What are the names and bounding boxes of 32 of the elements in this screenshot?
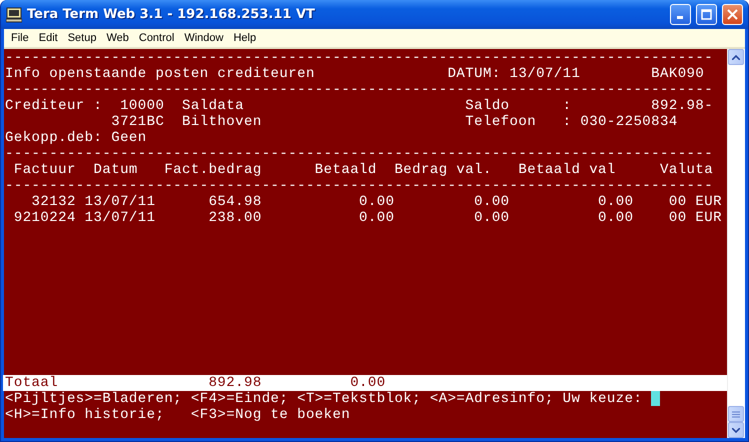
terminal-line: -------------------------------------------------------------------------------- bbox=[5, 82, 714, 98]
terminal-icon bbox=[6, 6, 22, 22]
terminal-line: Factuur Datum Fact.bedrag Betaald Bedrag val. Betaald val Valuta bbox=[12, 162, 714, 178]
terminal-line: Gekopp.deb: Geen bbox=[5, 130, 148, 146]
scroll-down-button[interactable] bbox=[728, 422, 744, 438]
terminal-line: 32132 13/07/11 654.98 0.00 0.00 0.00 00 EUR bbox=[30, 194, 723, 210]
menu-item[interactable]: Web bbox=[101, 32, 134, 44]
totals-row: Totaal 892.98 0.00 bbox=[3, 375, 727, 391]
scroll-up-button[interactable] bbox=[728, 49, 744, 65]
menu-item[interactable]: Window bbox=[179, 32, 228, 44]
scroll-thumb[interactable] bbox=[728, 406, 744, 422]
scroll-bar[interactable] bbox=[727, 49, 745, 438]
terminal-line: -------------------------------------------------------------------------------- bbox=[5, 146, 714, 162]
menu-item[interactable]: File bbox=[6, 32, 34, 44]
terminal-line: Info openstaande posten crediteuren DATUM: 13/07/11 BAK090 bbox=[5, 66, 706, 82]
menu-item[interactable]: Setup bbox=[62, 32, 102, 44]
menu-item[interactable]: Edit bbox=[34, 32, 63, 44]
terminal-line: Crediteur : 10000 Saldata Saldo : 892.98- bbox=[5, 98, 714, 114]
maximize-button[interactable] bbox=[696, 4, 717, 25]
menu-item[interactable]: Help bbox=[228, 32, 262, 44]
terminal-line: 9210224 13/07/11 238.00 0.00 0.00 0.00 00 EUR bbox=[12, 210, 723, 226]
maximize-icon bbox=[701, 9, 712, 20]
minimize-button[interactable] bbox=[670, 4, 691, 25]
terminal-line: <H>=Info historie; <F3>=Nog te boeken bbox=[5, 407, 352, 423]
window-title: Tera Term Web 3.1 - 192.168.253.11 VT bbox=[27, 7, 316, 22]
close-icon bbox=[727, 9, 738, 20]
terminal-line: <Pijltjes>=Bladeren; <F4>=Einde; <T>=Tekstblok; <A>=Adresinfo; Uw keuze: bbox=[5, 391, 727, 407]
close-button[interactable] bbox=[722, 4, 743, 25]
terminal-line: -------------------------------------------------------------------------------- bbox=[5, 178, 714, 194]
terminal-line: -------------------------------------------------------------------------------- bbox=[5, 50, 714, 66]
menu-item[interactable]: Control bbox=[134, 32, 180, 44]
terminal-line: 3721BC Bilthoven Telefoon : 030-2250834 bbox=[110, 114, 679, 130]
